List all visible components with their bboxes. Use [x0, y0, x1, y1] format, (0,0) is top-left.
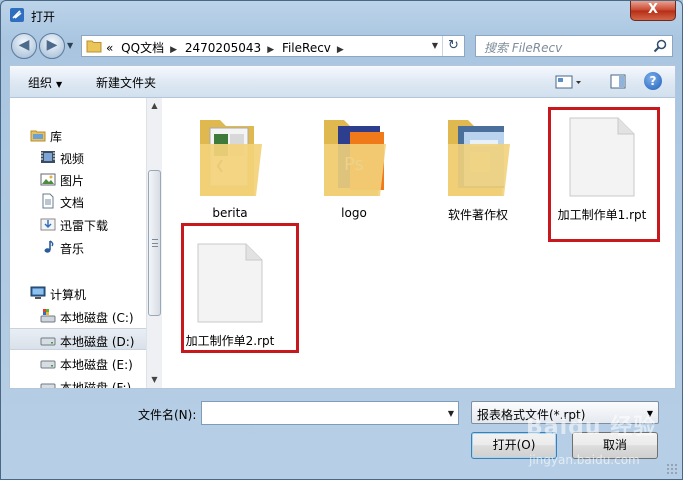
breadcrumb-item-filerecv[interactable]: FileRecv [282, 41, 331, 55]
computer-icon [30, 286, 46, 299]
chevron-down-icon: ▼ [56, 80, 63, 89]
folder-icon [200, 120, 262, 196]
sidebar-item-label: 本地磁盘 (F:) [60, 381, 132, 388]
sidebar-item-documents[interactable]: 文档 [10, 190, 146, 212]
pictures-icon [40, 173, 56, 186]
sidebar-item-drive-f[interactable]: 本地磁盘 (F:) [10, 375, 146, 388]
chevron-right-icon[interactable]: ▶ [170, 45, 177, 55]
breadcrumb-overflow[interactable]: « [106, 41, 113, 55]
breadcrumb-item-qq-docs[interactable]: QQ文档 [121, 41, 164, 55]
folder-icon [86, 40, 102, 53]
file-name: 软件著作权 [447, 208, 508, 222]
file-item-software-copyright[interactable]: 软件著作权 [418, 102, 538, 222]
sidebar-item-drive-e[interactable]: 本地磁盘 (E:) [10, 352, 146, 374]
video-icon [41, 151, 55, 163]
sidebar-item-label: 音乐 [60, 242, 85, 256]
highlight-box-rpt-1 [548, 107, 660, 242]
drive-icon [40, 360, 56, 369]
download-icon [40, 218, 56, 231]
resize-grip-icon[interactable] [666, 463, 678, 475]
watermark: Baidu 经验 [526, 415, 657, 440]
music-icon [44, 240, 54, 253]
search-icon[interactable] [653, 39, 667, 53]
help-button[interactable]: ? [644, 72, 662, 90]
address-bar[interactable]: « QQ文档 ▶ 2470205043 ▶ FileRecv ▶ ▼ ↻ [81, 35, 465, 57]
folder-icon [448, 120, 510, 196]
sidebar-item-label: 计算机 [50, 288, 87, 302]
sidebar-item-thunder-downloads[interactable]: 迅雷下载 [10, 213, 146, 235]
new-folder-button[interactable]: 新建文件夹 [96, 74, 156, 91]
sidebar-item-label: 文档 [60, 196, 85, 210]
sidebar-item-drive-d[interactable]: 本地磁盘 (D:) [10, 328, 146, 350]
highlight-box-rpt-2 [181, 223, 299, 353]
search-box[interactable]: 搜索 FileRecv [475, 35, 673, 57]
address-dropdown-icon[interactable]: ▼ [432, 41, 438, 50]
sidebar-item-computer[interactable]: 计算机 [10, 282, 146, 304]
watermark-url: jingyan.baidu.com [529, 453, 640, 467]
chevron-right-icon[interactable]: ▶ [267, 45, 274, 55]
grip-icon [152, 239, 158, 247]
window-title: 打开 [31, 10, 56, 24]
organize-menu[interactable]: 组织 ▼ [28, 74, 62, 91]
navigation-pane: 库 视频 图片 文档 迅雷下载 音乐 计算机 本地磁盘 (C:) 本地磁盘 (D… [10, 98, 146, 388]
file-item-berita[interactable]: berita [170, 102, 290, 220]
folder-icon: Ps [324, 120, 386, 196]
open-file-dialog: 打开 X ◀ ▶ ▼ « QQ文档 ▶ 2470205043 ▶ FileRecv ▶… [0, 0, 683, 480]
arrow-right-icon: ▶ [46, 37, 58, 53]
sidebar-item-video[interactable]: 视频 [10, 146, 146, 168]
library-icon [30, 130, 46, 142]
sidebar-item-label: 本地磁盘 (E:) [60, 358, 133, 372]
chevron-right-icon[interactable]: ▶ [337, 45, 344, 55]
file-item-logo[interactable]: Ps logo [294, 102, 414, 220]
sidebar-item-library[interactable]: 库 [10, 124, 146, 146]
breadcrumb: « QQ文档 ▶ 2470205043 ▶ FileRecv ▶ [106, 39, 348, 56]
filename-label: 文件名(N): [138, 408, 197, 422]
sidebar-item-pictures[interactable]: 图片 [10, 168, 146, 190]
drive-c-icon [40, 309, 56, 323]
arrow-left-icon: ◀ [18, 37, 30, 53]
chevron-down-icon[interactable]: ▼ [448, 409, 454, 418]
scroll-up-icon[interactable]: ▲ [147, 98, 162, 114]
sidebar-item-label: 库 [50, 130, 63, 144]
drive-icon [40, 337, 56, 346]
sidebar-item-label: 视频 [60, 152, 85, 166]
sidebar-item-label: 本地磁盘 (D:) [60, 335, 135, 349]
file-name: berita [212, 206, 248, 220]
sidebar-item-label: 本地磁盘 (C:) [60, 311, 134, 325]
back-button[interactable]: ◀ [11, 33, 37, 59]
title-bar[interactable]: 打开 X [1, 1, 682, 29]
filename-input[interactable]: ▼ [201, 401, 459, 425]
search-input[interactable]: 搜索 FileRecv [484, 39, 562, 56]
file-name: logo [341, 206, 367, 220]
refresh-icon: ↻ [448, 38, 459, 53]
sidebar-item-drive-c[interactable]: 本地磁盘 (C:) [10, 305, 146, 327]
change-view-icon[interactable] [555, 74, 585, 90]
scrollbar-thumb[interactable] [148, 170, 161, 316]
preview-pane-icon[interactable] [610, 74, 626, 89]
navigation-bar: ◀ ▶ ▼ « QQ文档 ▶ 2470205043 ▶ FileRecv ▶ ▼ ↻ … [1, 31, 682, 63]
app-icon [10, 8, 24, 22]
sidebar-item-label: 图片 [60, 174, 85, 188]
documents-icon [42, 193, 54, 209]
drive-icon [40, 383, 56, 388]
sidebar-scrollbar[interactable]: ▲ ▼ [146, 98, 162, 388]
organize-label: 组织 [28, 76, 53, 90]
help-icon: ? [649, 74, 657, 88]
refresh-button[interactable]: ↻ [442, 36, 464, 56]
close-button[interactable]: X [630, 1, 676, 21]
sidebar-item-label: 迅雷下载 [60, 219, 109, 233]
command-bar: 组织 ▼ 新建文件夹 ? [9, 65, 676, 97]
scroll-down-icon[interactable]: ▼ [147, 372, 162, 388]
recent-pages-dropdown-icon[interactable]: ▼ [67, 41, 73, 50]
sidebar-item-music[interactable]: 音乐 [10, 236, 146, 258]
forward-button[interactable]: ▶ [39, 33, 65, 59]
breadcrumb-item-user-id[interactable]: 2470205043 [185, 41, 261, 55]
